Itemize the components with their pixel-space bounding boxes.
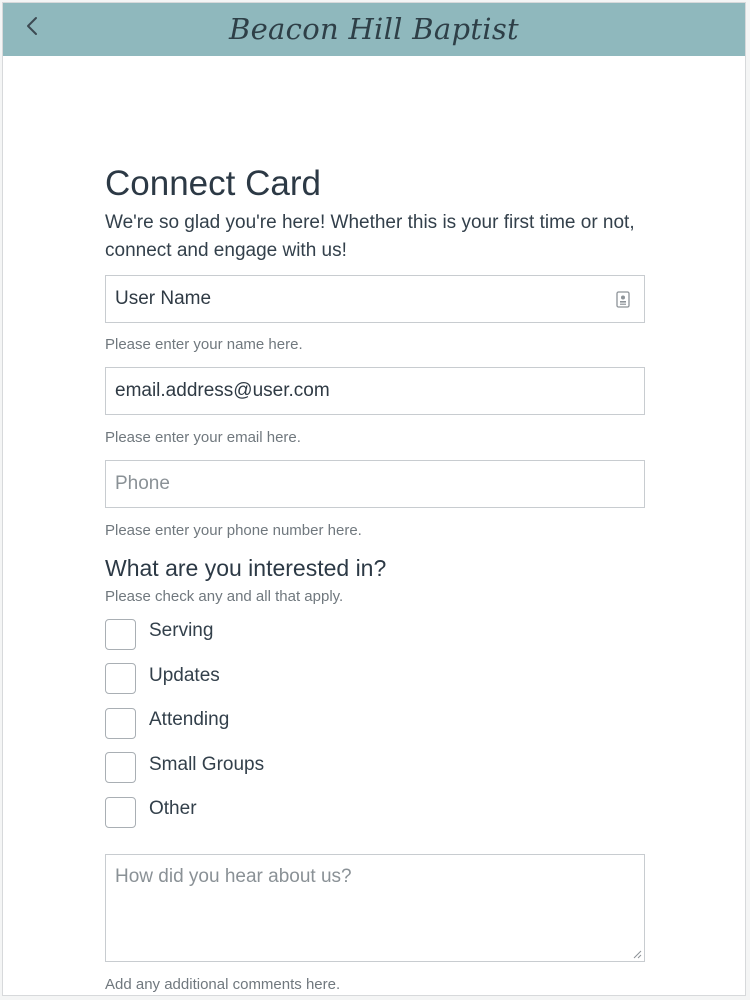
small-groups-label: Small Groups <box>149 753 265 775</box>
contact-card-icon[interactable] <box>616 291 630 308</box>
other-checkbox[interactable] <box>105 796 136 828</box>
small-groups-checkbox[interactable] <box>105 752 136 783</box>
interest-option-updates[interactable]: Updates <box>105 662 645 696</box>
email-field <box>105 367 645 415</box>
intro-text: We're so glad you're here! Whether this … <box>105 212 635 261</box>
phone-hint: Please enter your phone number here. <box>105 522 362 539</box>
attending-label: Attending <box>149 709 230 730</box>
phone-field <box>105 460 645 508</box>
phone-input[interactable] <box>106 461 644 507</box>
name-input[interactable] <box>106 276 644 322</box>
app-window: Beacon Hill Baptist Connect Card We're s… <box>2 2 746 996</box>
serving-label: Serving <box>149 620 214 641</box>
resize-grip-icon[interactable] <box>632 949 642 959</box>
app-title: Beacon Hill Baptist <box>228 12 520 46</box>
comments-field <box>105 853 645 962</box>
name-field <box>105 275 645 323</box>
name-hint: Please enter your name here. <box>105 336 303 353</box>
connect-card-form: Connect Card We're so glad you're here! … <box>105 163 645 994</box>
header-bar: Beacon Hill Baptist <box>3 3 745 56</box>
comments-textarea[interactable] <box>106 854 644 961</box>
updates-checkbox[interactable] <box>105 663 136 694</box>
email-hint: Please enter your email here. <box>105 429 301 446</box>
attending-checkbox[interactable] <box>105 707 136 739</box>
interests-checklist: Serving Updates Attending Small Groups O… <box>105 617 645 829</box>
other-label: Other <box>149 798 197 819</box>
email-input[interactable] <box>106 368 644 414</box>
interest-option-small-groups[interactable]: Small Groups <box>105 751 645 785</box>
interests-title: What are you interested in? <box>105 555 387 581</box>
interest-option-other[interactable]: Other <box>105 795 645 829</box>
updates-label: Updates <box>149 664 220 686</box>
serving-checkbox[interactable] <box>105 618 136 650</box>
interests-hint: Please check any and all that apply. <box>105 588 344 605</box>
page-title: Connect Card <box>105 164 321 203</box>
interest-option-serving[interactable]: Serving <box>105 617 645 651</box>
comments-hint: Add any additional comments here. <box>105 975 341 993</box>
interest-option-attending[interactable]: Attending <box>105 706 645 740</box>
